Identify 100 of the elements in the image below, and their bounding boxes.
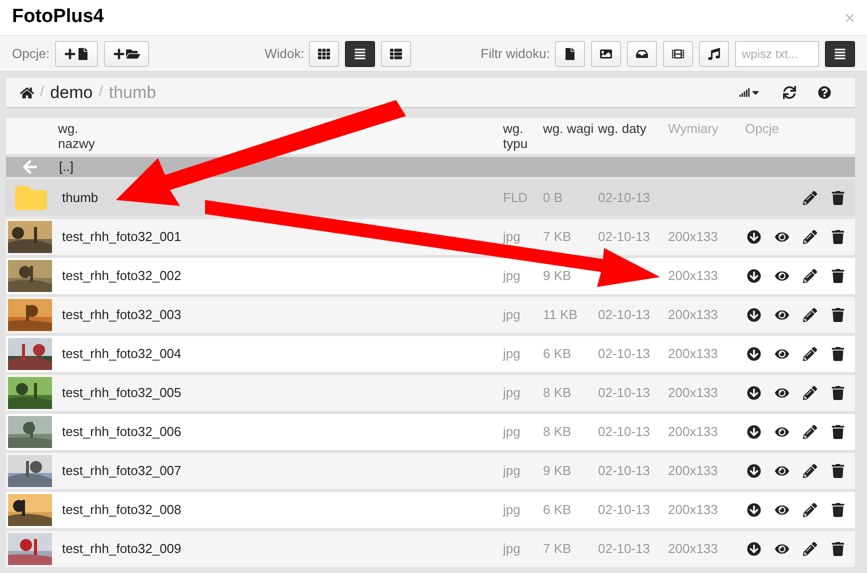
column-header: Wymiary	[668, 121, 718, 136]
eye-icon	[775, 386, 789, 400]
toolbar-label: Widok:	[264, 44, 304, 63]
delete-button[interactable]	[831, 542, 845, 556]
trash-icon	[831, 542, 845, 556]
view-button[interactable]	[775, 503, 789, 517]
download-button[interactable]	[747, 308, 761, 322]
file-name: test_rhh_foto32_002	[62, 267, 182, 286]
delete-button[interactable]	[831, 230, 845, 244]
download-button[interactable]	[747, 425, 761, 439]
view-button[interactable]	[775, 269, 789, 283]
view-button[interactable]	[775, 425, 789, 439]
download-icon	[747, 230, 761, 244]
file-row[interactable]: test_rhh_foto32_007 jpg 9 KB 02-10-13 200x133	[6, 453, 855, 489]
delete-button[interactable]	[831, 308, 845, 322]
new-file-button[interactable]	[54, 40, 98, 66]
filter-button[interactable]	[663, 40, 693, 66]
filter-button[interactable]	[591, 40, 621, 66]
home-icon[interactable]	[20, 86, 34, 100]
eye-icon	[775, 425, 789, 439]
pencil-icon	[803, 230, 817, 244]
view-button[interactable]	[775, 386, 789, 400]
file-row[interactable]: test_rhh_foto32_005 jpg 8 KB 02-10-13 200x133	[6, 375, 855, 411]
refresh-icon[interactable]	[783, 86, 796, 99]
download-button[interactable]	[747, 269, 761, 283]
file-size: 6 KB	[543, 345, 572, 364]
view-button[interactable]	[345, 40, 376, 66]
file-date: 02-10-13	[598, 502, 650, 518]
delete-button[interactable]	[831, 269, 845, 283]
edit-button[interactable]	[803, 191, 817, 205]
file-type: jpg	[503, 306, 522, 324]
file-row[interactable]: test_rhh_foto32_008 jpg 6 KB 02-10-13 200x133	[6, 492, 855, 528]
file-row[interactable]: test_rhh_foto32_003 jpg 11 KB 02-10-13 200x133	[6, 297, 855, 333]
download-icon	[747, 503, 761, 517]
pencil-icon	[803, 503, 817, 517]
file-row[interactable]: test_rhh_foto32_002 jpg 9 KB 200x133	[6, 258, 855, 294]
delete-button[interactable]	[831, 347, 845, 361]
column-header[interactable]: wg. wagi	[543, 121, 594, 136]
delete-button[interactable]	[831, 425, 845, 439]
view-button[interactable]	[775, 347, 789, 361]
file-row[interactable]: test_rhh_foto32_006 jpg 8 KB 02-10-13 200x133	[6, 414, 855, 450]
eye-icon	[775, 503, 789, 517]
file-type: jpg	[503, 384, 522, 402]
download-button[interactable]	[747, 386, 761, 400]
edit-button[interactable]	[803, 464, 817, 478]
filter-button[interactable]	[627, 40, 657, 66]
download-button[interactable]	[747, 230, 761, 244]
delete-button[interactable]	[831, 464, 845, 478]
filter-button[interactable]	[699, 40, 729, 66]
file-row[interactable]: test_rhh_foto32_009 jpg 7 KB 02-10-13 200x133	[6, 531, 855, 567]
view-button[interactable]	[775, 230, 789, 244]
plus-icon	[112, 48, 125, 60]
delete-button[interactable]	[831, 191, 845, 205]
file-name: thumb	[62, 189, 98, 208]
window-title: FotoPlus4	[12, 5, 104, 30]
grid-icon	[318, 48, 330, 60]
download-icon	[747, 347, 761, 361]
download-button[interactable]	[747, 503, 761, 517]
sort-dropdown[interactable]	[739, 87, 761, 98]
eye-icon	[775, 347, 789, 361]
filter-button[interactable]	[555, 40, 585, 66]
eye-icon	[775, 464, 789, 478]
view-button[interactable]	[775, 308, 789, 322]
edit-button[interactable]	[803, 425, 817, 439]
eye-icon	[775, 308, 789, 322]
list-button[interactable]	[825, 40, 855, 66]
view-button[interactable]	[775, 542, 789, 556]
film-icon	[672, 48, 684, 60]
new-folder-button[interactable]	[104, 40, 149, 66]
edit-button[interactable]	[803, 347, 817, 361]
pencil-icon	[803, 347, 817, 361]
file-name: test_rhh_foto32_007	[62, 462, 182, 480]
download-icon	[747, 308, 761, 322]
column-header[interactable]: wg. typu	[503, 121, 537, 151]
breadcrumb-link[interactable]: demo	[50, 80, 93, 106]
download-button[interactable]	[747, 347, 761, 361]
parent-folder-label: [..]	[59, 158, 74, 176]
file-type: jpg	[503, 462, 522, 480]
parent-folder-row[interactable]: [..]	[6, 157, 855, 177]
download-button[interactable]	[747, 464, 761, 478]
edit-button[interactable]	[803, 503, 817, 517]
file-row[interactable]: thumb FLD 0 B 02-10-13	[6, 180, 855, 216]
edit-button[interactable]	[803, 542, 817, 556]
file-name: test_rhh_foto32_003	[62, 306, 182, 324]
file-type: jpg	[503, 501, 522, 520]
delete-button[interactable]	[831, 503, 845, 517]
pencil-icon	[803, 425, 817, 439]
file-row[interactable]: test_rhh_foto32_004 jpg 6 KB 02-10-13 200x133	[6, 336, 855, 372]
edit-button[interactable]	[803, 386, 817, 400]
file-type: FLD	[503, 189, 529, 208]
eye-icon	[775, 269, 789, 283]
search-field[interactable]: wpisz txt...	[735, 40, 819, 66]
delete-button[interactable]	[831, 386, 845, 400]
view-button[interactable]	[775, 464, 789, 478]
edit-button[interactable]	[803, 230, 817, 244]
edit-button[interactable]	[803, 269, 817, 283]
download-button[interactable]	[747, 542, 761, 556]
help-icon[interactable]	[818, 86, 831, 99]
column-header[interactable]: wg. daty	[598, 121, 646, 136]
edit-button[interactable]	[803, 308, 817, 322]
